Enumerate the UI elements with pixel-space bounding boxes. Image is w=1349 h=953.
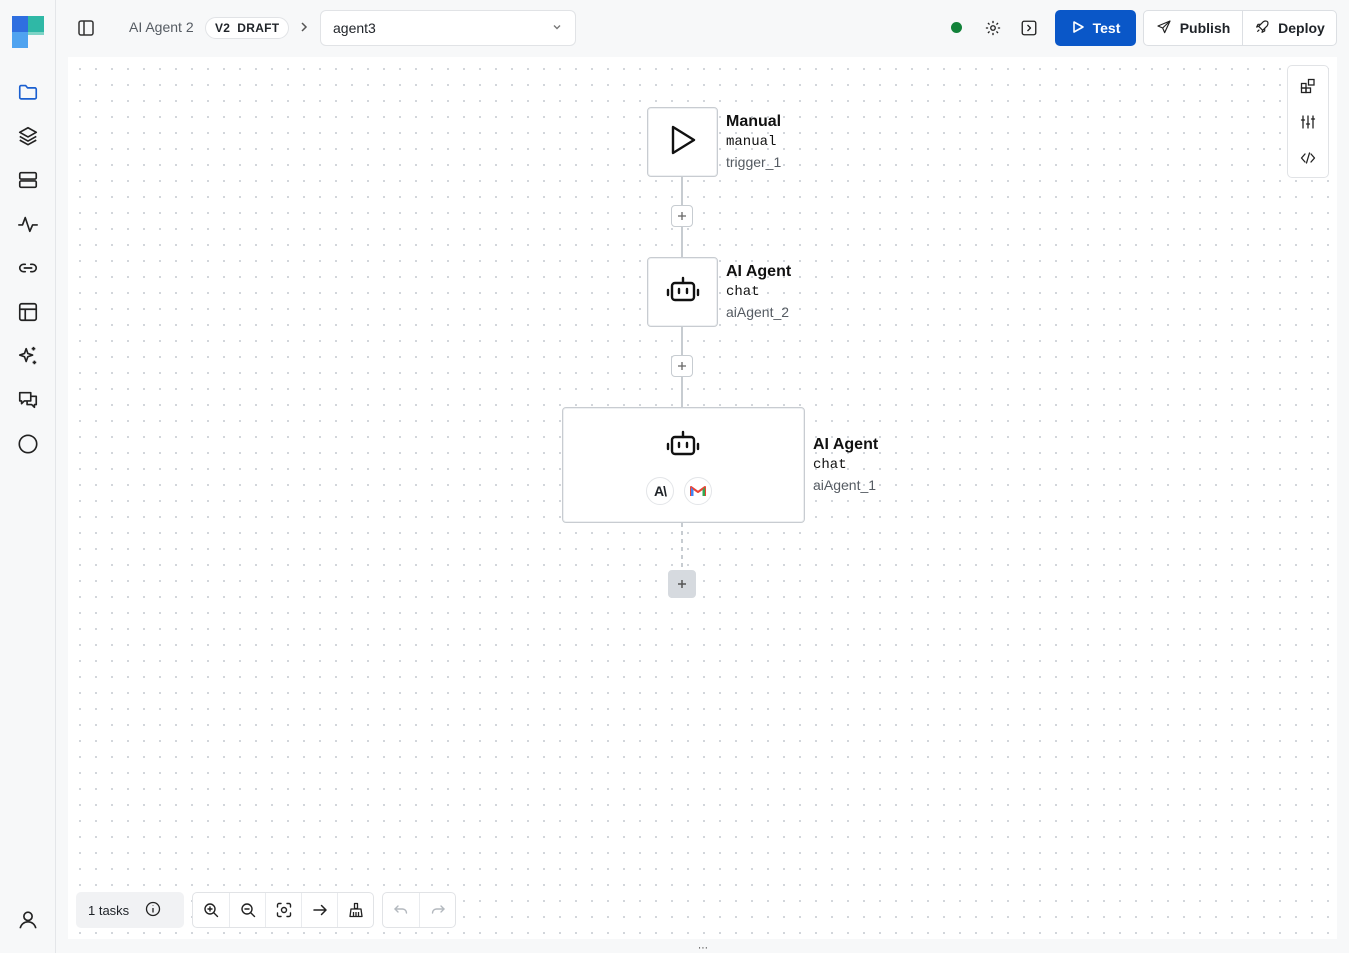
node-trigger-label: Manual manual trigger_1 [726, 112, 781, 172]
add-step-button[interactable] [671, 355, 693, 377]
status-label: DRAFT [237, 21, 280, 35]
canvas-bottom-bar: 1 tasks [76, 892, 456, 928]
sliders-icon[interactable] [1299, 113, 1317, 131]
node-trigger[interactable] [647, 107, 718, 177]
agent-select-value: agent3 [333, 20, 376, 36]
version-label: V2 [215, 21, 231, 35]
tasks-indicator[interactable]: 1 tasks [76, 892, 184, 928]
send-icon [1156, 19, 1172, 38]
top-bar: AI Agent 2 V2 DRAFT agent3 Test Publish [56, 0, 1349, 56]
workflow-canvas[interactable]: Manual manual trigger_1 AI Agent chat ai… [68, 57, 1337, 939]
gear-icon[interactable] [983, 18, 1003, 38]
add-step-button[interactable] [668, 570, 696, 598]
node-ai-agent-1-label: AI Agent chat aiAgent_1 [813, 435, 878, 495]
node-ai-agent-2[interactable] [647, 257, 718, 327]
node-ai-agent-1[interactable]: A\ [562, 407, 805, 523]
edge-dashed [681, 523, 683, 571]
bot-icon [666, 274, 700, 311]
folder-icon[interactable] [16, 80, 40, 104]
user-icon[interactable] [16, 908, 40, 932]
bot-icon [666, 428, 700, 465]
sparkles-icon[interactable] [16, 344, 40, 368]
chevron-down-icon [551, 20, 563, 36]
gmail-icon[interactable] [684, 477, 712, 505]
deploy-button-label: Deploy [1278, 20, 1325, 36]
chat-icon[interactable] [16, 388, 40, 412]
history-controls [382, 892, 456, 928]
rocket-icon [1254, 19, 1270, 38]
fit-view-icon[interactable] [265, 893, 301, 927]
app-logo[interactable] [12, 16, 44, 48]
test-button-label: Test [1092, 20, 1121, 36]
deploy-button[interactable]: Deploy [1242, 11, 1336, 45]
table-icon[interactable] [16, 300, 40, 324]
play-icon [1071, 20, 1085, 37]
undo-icon[interactable] [383, 893, 419, 927]
publish-deploy-group: Publish Deploy [1143, 10, 1337, 46]
node-ai-agent-2-label: AI Agent chat aiAgent_2 [726, 262, 791, 322]
node-title: Manual [726, 113, 782, 130]
version-badge: V2 DRAFT [205, 17, 290, 39]
node-type: chat [726, 284, 760, 300]
zoom-out-icon[interactable] [229, 893, 265, 927]
panel-icon[interactable] [1019, 18, 1039, 38]
anthropic-icon[interactable]: A\ [646, 477, 674, 505]
node-title: AI Agent [726, 263, 792, 280]
activity-icon[interactable] [16, 212, 40, 236]
node-title: AI Agent [813, 436, 879, 453]
breadcrumb[interactable]: AI Agent 2 [129, 19, 194, 35]
tidy-up-icon[interactable] [337, 893, 373, 927]
agent-select[interactable]: agent3 [320, 10, 576, 46]
edge [681, 227, 683, 257]
redo-icon[interactable] [419, 893, 455, 927]
left-sidebar [0, 0, 56, 953]
zoom-in-icon[interactable] [193, 893, 229, 927]
canvas-side-toolbar [1287, 65, 1329, 178]
layers-icon[interactable] [16, 124, 40, 148]
code-icon[interactable] [1299, 149, 1317, 167]
info-icon[interactable] [145, 901, 161, 920]
test-button[interactable]: Test [1055, 10, 1136, 46]
add-component-icon[interactable] [1299, 77, 1317, 95]
zoom-controls [192, 892, 374, 928]
node-id: aiAgent_1 [813, 477, 877, 493]
resize-handle[interactable]: ⋯ [697, 944, 709, 953]
add-step-button[interactable] [671, 205, 693, 227]
anthropic-glyph: A\ [654, 483, 667, 499]
status-indicator [951, 22, 962, 33]
play-icon [668, 124, 698, 161]
sidebar-toggle-icon[interactable] [76, 18, 96, 38]
publish-button[interactable]: Publish [1144, 11, 1242, 45]
tasks-count: 1 tasks [88, 902, 130, 918]
arrow-right-icon[interactable] [301, 893, 337, 927]
chevron-right-icon [298, 20, 310, 34]
node-id: trigger_1 [726, 154, 782, 170]
server-icon[interactable] [16, 168, 40, 192]
publish-button-label: Publish [1179, 20, 1231, 36]
circle-icon[interactable] [16, 432, 40, 456]
edge [681, 377, 683, 407]
link-icon[interactable] [16, 256, 40, 280]
node-id: aiAgent_2 [726, 304, 790, 320]
node-type: manual [726, 134, 777, 150]
node-type: chat [813, 457, 847, 473]
